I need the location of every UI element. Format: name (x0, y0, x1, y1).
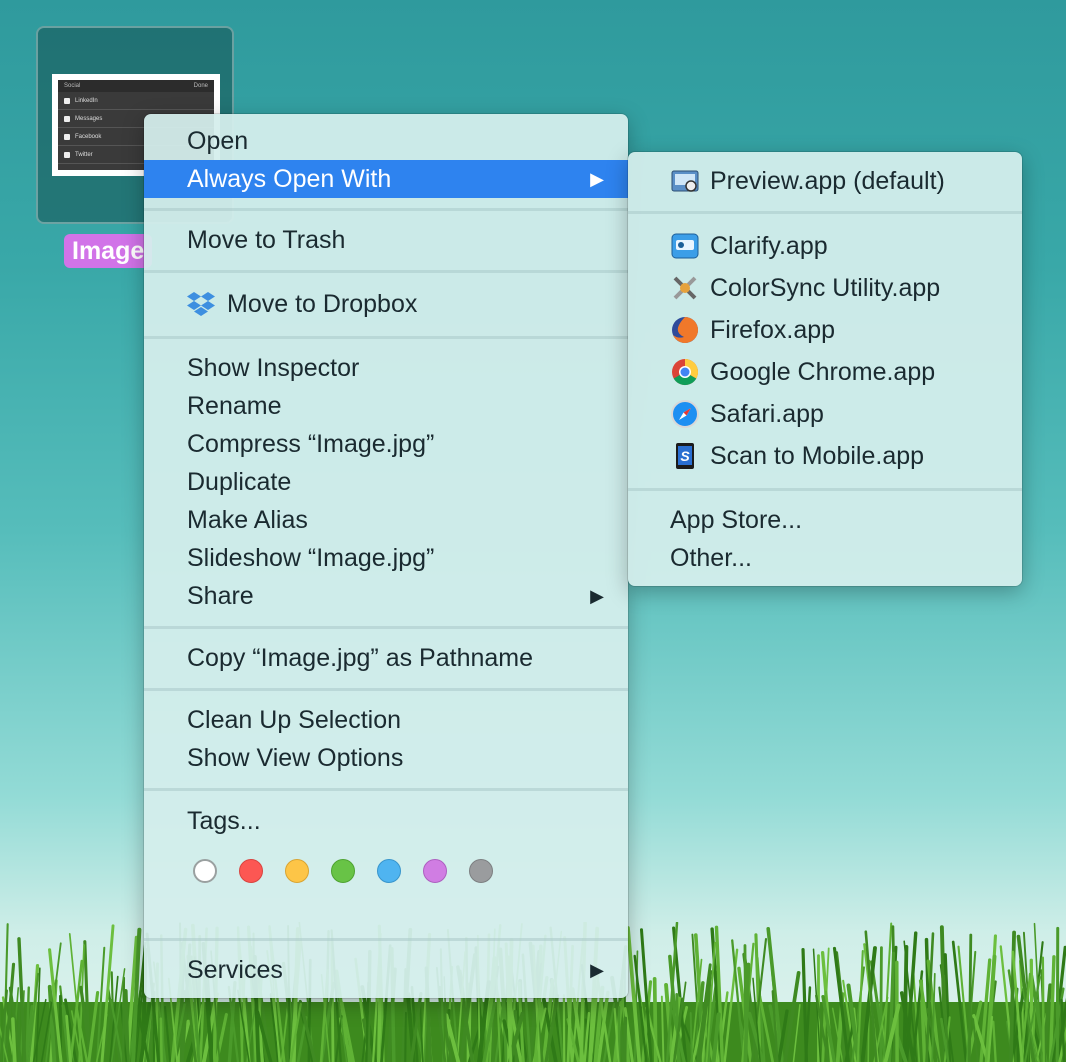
menu-item-move-to-trash[interactable]: Move to Trash (144, 221, 628, 259)
thumbnail-header-left: Social (64, 83, 81, 89)
dropbox-icon (187, 292, 215, 316)
submenu-item-label: Preview.app (default) (710, 167, 945, 195)
menu-item-label: Share (187, 582, 254, 610)
submenu-item-chrome[interactable]: Google Chrome.app (628, 351, 1022, 393)
menu-item-clean-up-selection[interactable]: Clean Up Selection (144, 701, 628, 739)
svg-text:S: S (680, 448, 690, 464)
submenu-item-label: ColorSync Utility.app (710, 274, 941, 302)
menu-separator (144, 688, 628, 691)
submenu-item-label: Firefox.app (710, 316, 836, 344)
file-name-label[interactable]: Image (64, 234, 153, 268)
menu-item-slideshow[interactable]: Slideshow “Image.jpg” (144, 539, 628, 577)
tag-color-row (193, 859, 493, 883)
menu-separator (628, 488, 1022, 491)
menu-item-share[interactable]: Share ▶ (144, 577, 628, 615)
chrome-icon (672, 359, 699, 386)
colorsync-icon (673, 276, 697, 300)
thumbnail-header-right: Done (193, 83, 208, 89)
thumbnail-row: LinkedIn (58, 92, 214, 110)
submenu-arrow-icon: ▶ (590, 169, 604, 189)
menu-separator (144, 788, 628, 791)
submenu-item-firefox[interactable]: Firefox.app (628, 309, 1022, 351)
submenu-item-preview[interactable]: Preview.app (default) (628, 160, 1022, 202)
menu-separator (144, 626, 628, 629)
tag-gray-swatch[interactable] (469, 859, 493, 883)
menu-item-open[interactable]: Open (144, 122, 628, 160)
menu-item-duplicate[interactable]: Duplicate (144, 463, 628, 501)
menu-item-services[interactable]: Services ▶ (144, 951, 628, 989)
menu-item-move-to-dropbox[interactable]: Move to Dropbox (144, 285, 628, 323)
menu-separator (628, 211, 1022, 214)
tag-purple-swatch[interactable] (423, 859, 447, 883)
submenu-item-scan-to-mobile[interactable]: S Scan to Mobile.app (628, 435, 1022, 477)
menu-item-compress[interactable]: Compress “Image.jpg” (144, 425, 628, 463)
menu-item-copy-pathname[interactable]: Copy “Image.jpg” as Pathname (144, 639, 628, 677)
firefox-icon (672, 317, 698, 343)
submenu-arrow-icon: ▶ (590, 586, 604, 606)
menu-separator (144, 270, 628, 273)
menu-item-label: Always Open With (187, 165, 392, 193)
menu-separator (144, 938, 628, 941)
preview-icon (671, 170, 699, 192)
tag-red-swatch[interactable] (239, 859, 263, 883)
open-with-submenu: Preview.app (default) Clarify.app ColorS… (628, 152, 1022, 586)
submenu-item-safari[interactable]: Safari.app (628, 393, 1022, 435)
safari-icon (671, 400, 699, 428)
submenu-item-label: Clarify.app (710, 232, 828, 260)
submenu-item-label: Google Chrome.app (710, 358, 936, 386)
tag-none-swatch[interactable] (193, 859, 217, 883)
menu-item-show-view-options[interactable]: Show View Options (144, 739, 628, 777)
submenu-item-colorsync[interactable]: ColorSync Utility.app (628, 267, 1022, 309)
tag-green-swatch[interactable] (331, 859, 355, 883)
menu-item-label: Services (187, 956, 283, 984)
scan-to-mobile-icon: S (676, 443, 694, 469)
menu-item-label: Move to Dropbox (227, 290, 418, 318)
menu-item-tags[interactable]: Tags... (144, 802, 628, 840)
menu-separator (144, 336, 628, 339)
tag-orange-swatch[interactable] (285, 859, 309, 883)
tag-blue-swatch[interactable] (377, 859, 401, 883)
context-menu: Open Always Open With ▶ Move to Trash Mo… (144, 114, 628, 998)
submenu-item-app-store[interactable]: App Store... (628, 501, 1022, 539)
submenu-item-other[interactable]: Other... (628, 539, 1022, 577)
menu-separator (144, 208, 628, 211)
submenu-item-clarify[interactable]: Clarify.app (628, 225, 1022, 267)
submenu-item-label: Scan to Mobile.app (710, 442, 925, 470)
clarify-icon (671, 233, 699, 259)
submenu-arrow-icon: ▶ (590, 960, 604, 980)
submenu-item-label: Safari.app (710, 400, 824, 428)
menu-item-rename[interactable]: Rename (144, 387, 628, 425)
menu-item-make-alias[interactable]: Make Alias (144, 501, 628, 539)
menu-item-show-inspector[interactable]: Show Inspector (144, 349, 628, 387)
menu-item-always-open-with[interactable]: Always Open With ▶ (144, 160, 628, 198)
